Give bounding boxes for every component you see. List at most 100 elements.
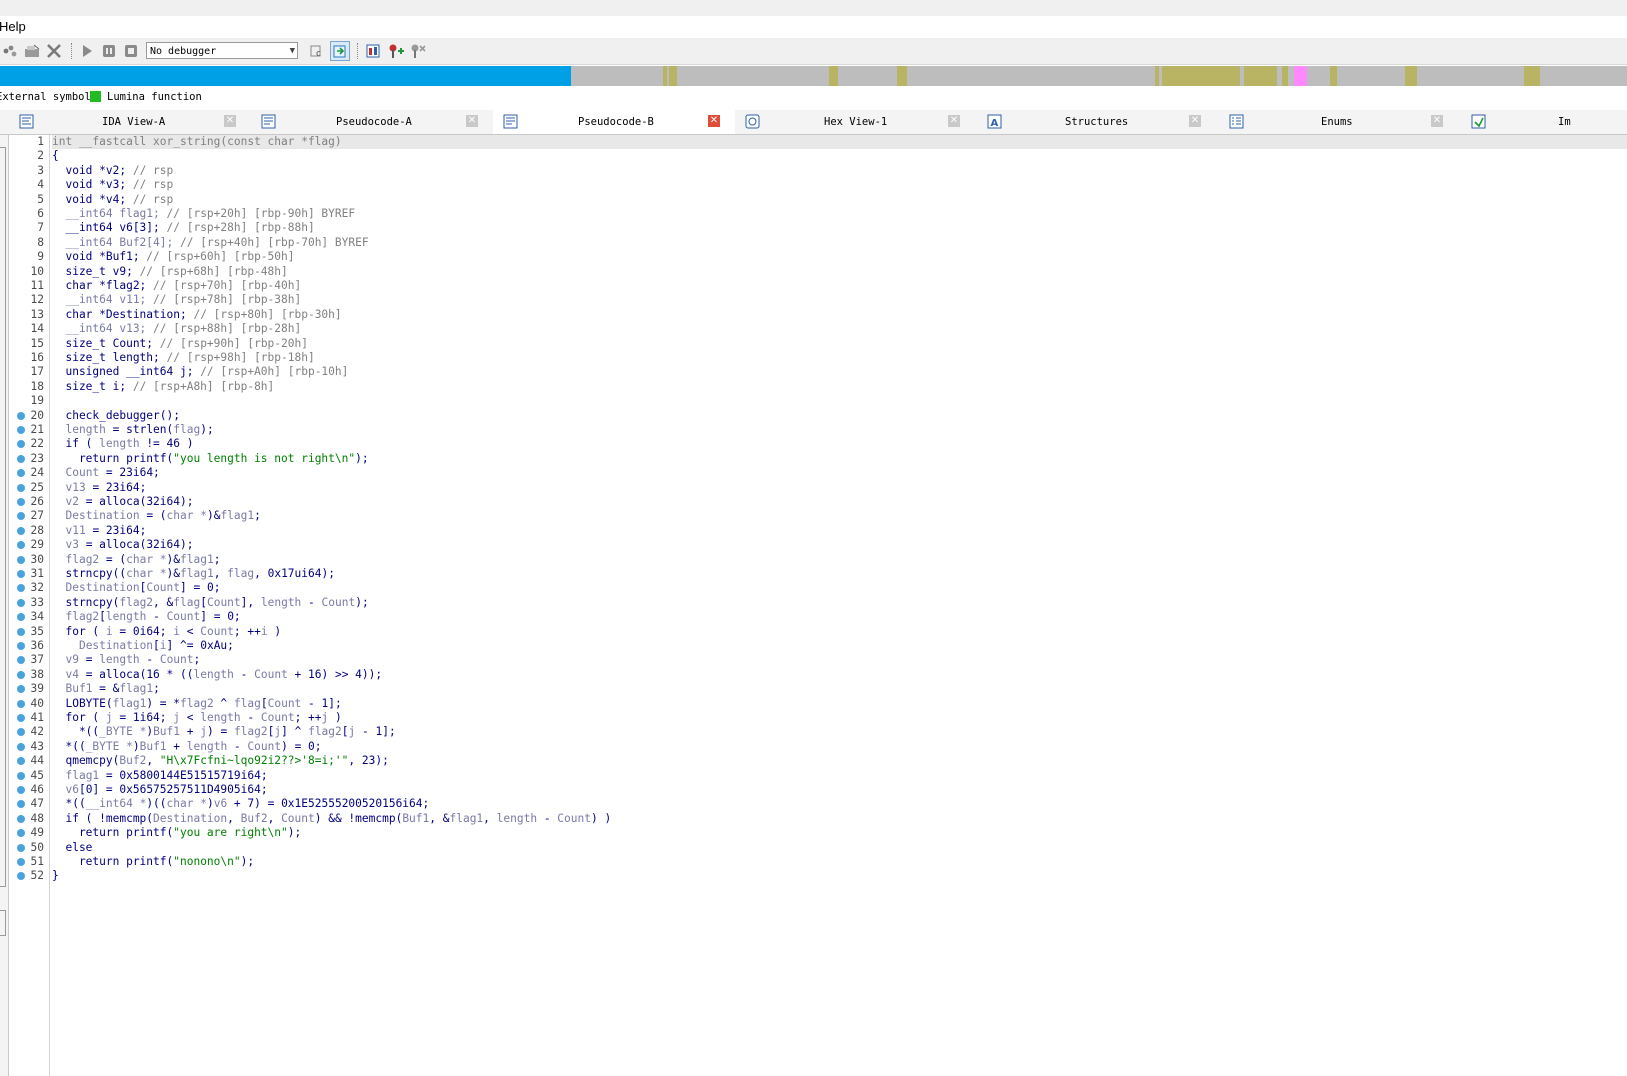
- breakpoint-dot-icon[interactable]: [17, 656, 25, 665]
- breakpoint-dot-icon[interactable]: [17, 613, 25, 622]
- dots-icon[interactable]: [1, 42, 19, 60]
- code-line[interactable]: char *flag2; // [rsp+70h] [rbp-40h]: [52, 279, 301, 293]
- breakpoint-dot-icon[interactable]: [17, 800, 25, 809]
- open-icon[interactable]: [23, 42, 41, 60]
- breakpoint-dot-icon[interactable]: [17, 843, 25, 852]
- breakpoint-dot-icon[interactable]: [17, 541, 25, 550]
- code-line[interactable]: v13 = 23i64;: [52, 481, 146, 495]
- breakpoint-dot-icon[interactable]: [17, 498, 25, 506]
- breakpoint-dot-icon[interactable]: [17, 411, 25, 420]
- breakpoint-dot-icon[interactable]: [17, 858, 25, 866]
- auto-icon[interactable]: c: [308, 42, 326, 60]
- debugger-select[interactable]: No debugger ▼: [146, 42, 298, 59]
- code-line[interactable]: int __fastcall xor_string(const char *fl…: [52, 135, 1627, 150]
- code-line[interactable]: __int64 v11; // [rsp+78h] [rbp-38h]: [52, 293, 301, 307]
- code-line[interactable]: flag2 = (char *)&flag1;: [52, 553, 220, 567]
- breakpoint-dot-icon[interactable]: [17, 555, 25, 564]
- code-line[interactable]: strncpy((char *)&flag1, flag, 0x17ui64);: [52, 567, 334, 581]
- breakpoint-dot-icon[interactable]: [17, 426, 25, 434]
- menu-help[interactable]: Help: [0, 19, 26, 34]
- code-line[interactable]: flag1 = 0x5800144E51515719i64;: [52, 769, 267, 783]
- code-line[interactable]: char *Destination; // [rsp+80h] [rbp-30h…: [52, 308, 341, 322]
- code-line[interactable]: LOBYTE(flag1) = *flag2 ^ flag[Count - 1]…: [52, 697, 341, 711]
- breakpoint-dot-icon[interactable]: [17, 570, 25, 578]
- breakpoint-dot-icon[interactable]: [17, 454, 25, 463]
- breakpoint-dot-icon[interactable]: [17, 814, 25, 823]
- close-icon[interactable]: ✕: [466, 115, 478, 127]
- close-icon[interactable]: ✕: [948, 115, 960, 127]
- close-icon[interactable]: ✕: [708, 115, 720, 127]
- code-line[interactable]: size_t Count; // [rsp+90h] [rbp-20h]: [52, 337, 308, 351]
- code-line[interactable]: check_debugger();: [52, 409, 180, 423]
- breakpoint-dot-icon[interactable]: [17, 786, 25, 794]
- code-line[interactable]: __int64 flag1; // [rsp+20h] [rbp-90h] BY…: [52, 207, 355, 221]
- tab-imports[interactable]: Im: [1461, 110, 1627, 134]
- code-line[interactable]: void *v2; // rsp: [52, 164, 173, 178]
- remove-icon[interactable]: [409, 42, 427, 60]
- code-line[interactable]: else: [52, 841, 92, 855]
- code-line[interactable]: return printf("you length is not right\n…: [52, 452, 369, 466]
- breakpoint-dot-icon[interactable]: [17, 872, 25, 881]
- breakpoint-dot-icon[interactable]: [17, 670, 25, 679]
- code-line[interactable]: length = strlen(flag);: [52, 423, 213, 437]
- tab-pseudocode-b[interactable]: Pseudocode-B ✕: [493, 110, 735, 134]
- pause-icon[interactable]: [100, 42, 118, 60]
- code-line[interactable]: void *v3; // rsp: [52, 178, 173, 192]
- breakpoint-dot-icon[interactable]: [17, 512, 25, 521]
- code-line[interactable]: for ( j = 1i64; j < length - Count; ++j …: [52, 711, 341, 725]
- code-line[interactable]: v3 = alloca(32i64);: [52, 538, 193, 552]
- close-icon[interactable]: [45, 42, 63, 60]
- code-line[interactable]: Destination = (char *)&flag1;: [52, 509, 260, 523]
- breakpoint-dot-icon[interactable]: [17, 742, 25, 751]
- code-line[interactable]: return printf("nonono\n");: [52, 855, 254, 869]
- breakpoint-dot-icon[interactable]: [17, 714, 25, 722]
- breakpoint-dot-icon[interactable]: [17, 584, 25, 593]
- code-line[interactable]: Buf1 = &flag1;: [52, 682, 159, 696]
- breakpoint-dot-icon[interactable]: [17, 685, 25, 694]
- add-icon[interactable]: [387, 42, 405, 60]
- code-line[interactable]: size_t i; // [rsp+A8h] [rbp-8h]: [52, 380, 274, 394]
- breakpoint-dot-icon[interactable]: [17, 642, 25, 650]
- code-line[interactable]: void *v4; // rsp: [52, 193, 173, 207]
- close-icon[interactable]: ✕: [224, 115, 236, 127]
- code-line[interactable]: *((__int64 *)((char *)v6 + 7) = 0x1E5255…: [52, 797, 429, 811]
- breakpoint-dot-icon[interactable]: [17, 728, 25, 737]
- breakpoint-dot-icon[interactable]: [17, 598, 25, 607]
- code-line[interactable]: *((_BYTE *)Buf1 + j) = flag2[j] ^ flag2[…: [52, 725, 396, 739]
- code-line[interactable]: void *Buf1; // [rsp+60h] [rbp-50h]: [52, 250, 294, 264]
- tab-ida-view-a[interactable]: IDA View-A ✕: [9, 110, 251, 134]
- close-icon[interactable]: ✕: [1189, 115, 1201, 127]
- code-line[interactable]: v6[0] = 0x56575257511D4905i64;: [52, 783, 267, 797]
- code-line[interactable]: v2 = alloca(32i64);: [52, 495, 193, 509]
- tab-enums[interactable]: Enums ✕: [1219, 110, 1461, 134]
- code-line[interactable]: *((_BYTE *)Buf1 + length - Count) = 0;: [52, 740, 321, 754]
- pseudocode-view[interactable]: 1 int __fastcall xor_string(const char *f…: [0, 135, 1627, 1076]
- code-line[interactable]: unsigned __int64 j; // [rsp+A0h] [rbp-10…: [52, 365, 348, 379]
- tab-pseudocode-a[interactable]: Pseudocode-A ✕: [251, 110, 493, 134]
- tab-hex-view-1[interactable]: Hex View-1 ✕: [735, 110, 977, 134]
- play-icon[interactable]: [78, 42, 96, 60]
- code-line[interactable]: if ( length != 46 ): [52, 437, 193, 451]
- code-line[interactable]: qmemcpy(Buf2, "H\x7Fcfni~lqo92i2??>'8=i;…: [52, 754, 388, 768]
- breakpoint-dot-icon[interactable]: [17, 627, 25, 636]
- code-line[interactable]: size_t length; // [rsp+98h] [rbp-18h]: [52, 351, 314, 365]
- tab-structures[interactable]: A Structures ✕: [977, 110, 1219, 134]
- code-line[interactable]: __int64 v13; // [rsp+88h] [rbp-28h]: [52, 322, 301, 336]
- breakpoint-dot-icon[interactable]: [17, 757, 25, 766]
- code-line[interactable]: for ( i = 0i64; i < Count; ++i ): [52, 625, 281, 639]
- code-line[interactable]: v11 = 23i64;: [52, 524, 146, 538]
- code-line[interactable]: {: [52, 149, 59, 163]
- navigation-band[interactable]: [0, 66, 1627, 86]
- code-line[interactable]: size_t v9; // [rsp+68h] [rbp-48h]: [52, 265, 287, 279]
- code-line[interactable]: Count = 23i64;: [52, 466, 159, 480]
- breakpoint-dot-icon[interactable]: [17, 469, 25, 478]
- code-line[interactable]: Destination[Count] = 0;: [52, 581, 220, 595]
- code-line[interactable]: __int64 Buf2[4]; // [rsp+40h] [rbp-70h] …: [52, 236, 368, 250]
- code-line[interactable]: return printf("you are right\n");: [52, 826, 301, 840]
- graph-icon[interactable]: [364, 42, 382, 60]
- code-line[interactable]: flag2[length - Count] = 0;: [52, 610, 240, 624]
- code-line[interactable]: Destination[i] ^= 0xAu;: [52, 639, 234, 653]
- breakpoint-dot-icon[interactable]: [17, 483, 25, 492]
- breakpoint-dot-icon[interactable]: [17, 526, 25, 535]
- breakpoint-dot-icon[interactable]: [17, 440, 25, 449]
